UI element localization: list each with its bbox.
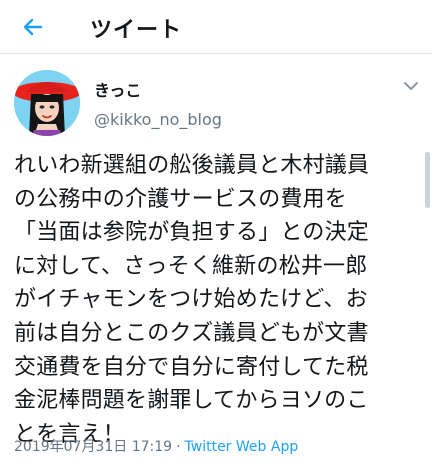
tweet-text: れいわ新選組の舩後議員と木村議員 の公務中の介護サービスの費用を 「当面は参院が… — [14, 153, 370, 447]
tweet-metadata: 2019年07月31日 17:19 · Twitter Web App — [14, 436, 298, 456]
top-bar: ツイート — [0, 0, 432, 54]
avatar-illustration — [14, 70, 80, 136]
source-app-link[interactable]: Twitter Web App — [185, 439, 299, 455]
more-options-button[interactable] — [402, 78, 420, 92]
page-title: ツイート — [90, 18, 183, 43]
timestamp[interactable]: 2019年07月31日 17:19 — [14, 439, 172, 455]
back-button[interactable] — [20, 14, 46, 40]
display-name[interactable]: きっこ — [94, 77, 141, 101]
scrollbar[interactable] — [425, 152, 430, 208]
avatar[interactable] — [14, 70, 80, 136]
arrow-left-icon — [23, 18, 43, 36]
tweet-detail: きっこ @kikko_no_blog れいわ新選組の舩後議員と木村議員 の公務中… — [0, 54, 432, 467]
user-handle[interactable]: @kikko_no_blog — [94, 110, 222, 129]
separator: · — [176, 439, 181, 455]
chevron-down-icon — [404, 82, 418, 90]
